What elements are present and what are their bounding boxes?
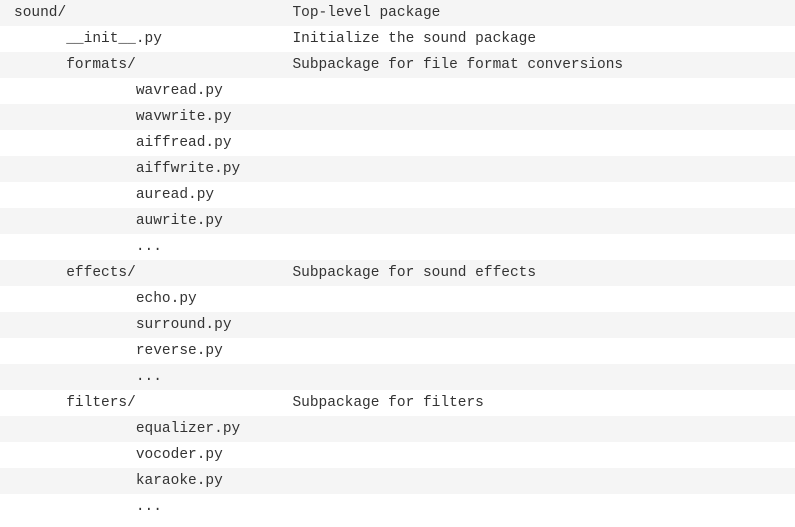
code-line: auwrite.py: [0, 208, 795, 234]
code-line: filters/ Subpackage for filters: [0, 390, 795, 416]
code-line: ...: [0, 364, 795, 390]
code-line: auread.py: [0, 182, 795, 208]
code-line: formats/ Subpackage for file format conv…: [0, 52, 795, 78]
code-line: reverse.py: [0, 338, 795, 364]
code-line: effects/ Subpackage for sound effects: [0, 260, 795, 286]
code-line: karaoke.py: [0, 468, 795, 494]
code-line: equalizer.py: [0, 416, 795, 442]
code-line: ...: [0, 234, 795, 260]
code-line: wavread.py: [0, 78, 795, 104]
code-line: vocoder.py: [0, 442, 795, 468]
package-structure-listing: sound/ Top-level package __init__.py Ini…: [0, 0, 795, 520]
code-line: aiffread.py: [0, 130, 795, 156]
code-line: sound/ Top-level package: [0, 0, 795, 26]
code-line: echo.py: [0, 286, 795, 312]
code-line: surround.py: [0, 312, 795, 338]
code-line: aiffwrite.py: [0, 156, 795, 182]
code-line: wavwrite.py: [0, 104, 795, 130]
code-line: ...: [0, 494, 795, 520]
code-line: __init__.py Initialize the sound package: [0, 26, 795, 52]
